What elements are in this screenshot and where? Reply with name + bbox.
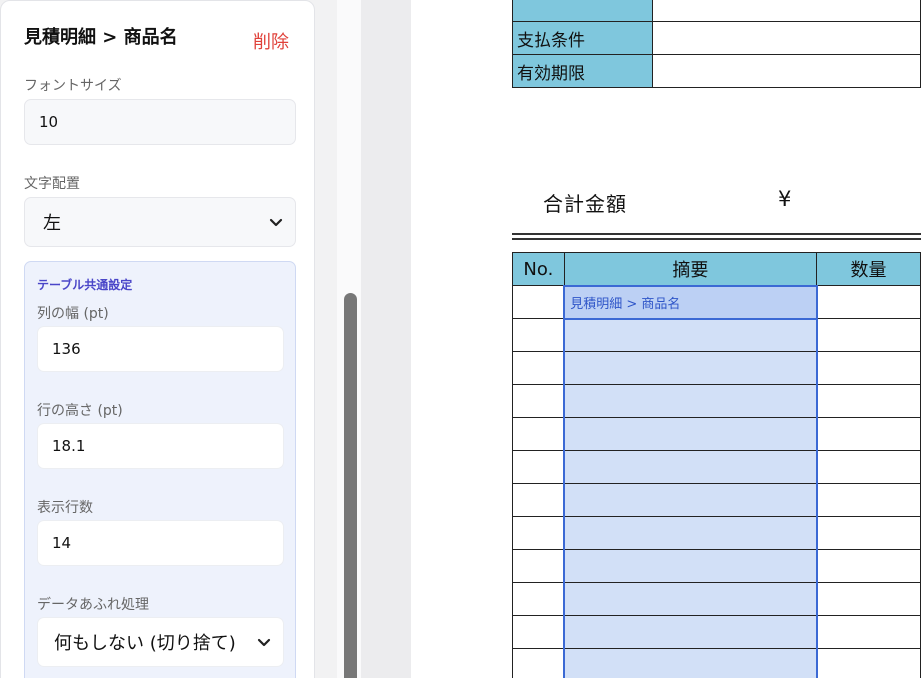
- cell-no[interactable]: [512, 318, 565, 352]
- field-cell[interactable]: [563, 648, 818, 678]
- row-count-label: 表示行数: [37, 500, 93, 516]
- row-height-label: 行の高さ (pt): [37, 403, 123, 419]
- info-row: 有効期限: [512, 54, 921, 88]
- field-cell[interactable]: [563, 450, 818, 484]
- cell-quantity[interactable]: [816, 450, 921, 484]
- canvas-margin: [361, 0, 411, 678]
- info-label[interactable]: [512, 0, 653, 22]
- info-label[interactable]: 支払条件: [512, 21, 653, 55]
- overflow-value: 何もしない (切り捨て): [54, 633, 236, 654]
- table-settings-group: テーブル共通設定 列の幅 (pt) 136 行の高さ (pt) 18.1 表示行…: [24, 261, 296, 678]
- total-amount-label[interactable]: 合計金額: [543, 188, 627, 217]
- cell-quantity[interactable]: [816, 417, 921, 451]
- divider: [512, 233, 921, 235]
- currency-symbol[interactable]: ¥: [778, 187, 791, 211]
- cell-quantity[interactable]: [816, 483, 921, 517]
- column-header-quantity[interactable]: 数量: [816, 252, 921, 286]
- table-row: [512, 516, 921, 550]
- table-row: [512, 549, 921, 583]
- field-cell[interactable]: [563, 483, 818, 517]
- field-cell[interactable]: [563, 516, 818, 550]
- font-size-label: フォントサイズ: [24, 78, 122, 94]
- table-row: [512, 351, 921, 385]
- cell-no[interactable]: [512, 582, 565, 616]
- cell-quantity[interactable]: [816, 615, 921, 649]
- cell-quantity[interactable]: [816, 351, 921, 385]
- info-row: [512, 0, 921, 22]
- field-cell[interactable]: [563, 318, 818, 352]
- info-row: 支払条件: [512, 21, 921, 55]
- cell-no[interactable]: [512, 615, 565, 649]
- table-row: [512, 582, 921, 616]
- column-header-description[interactable]: 摘要: [563, 252, 818, 286]
- delete-button[interactable]: 削除: [253, 28, 289, 54]
- overflow-label: データあふれ処理: [37, 597, 149, 613]
- table-header-row: No. 摘要 数量: [512, 252, 921, 286]
- cell-quantity[interactable]: [816, 516, 921, 550]
- items-table: No. 摘要 数量 見積明細 > 商品名: [512, 252, 921, 678]
- column-header-no[interactable]: No.: [512, 252, 565, 286]
- text-align-label: 文字配置: [24, 176, 80, 192]
- overflow-select[interactable]: 何もしない (切り捨て): [37, 617, 284, 667]
- table-row: [512, 615, 921, 649]
- font-size-input[interactable]: 10: [24, 99, 296, 145]
- chevron-down-icon: [257, 638, 271, 647]
- field-cell[interactable]: [563, 549, 818, 583]
- cell-no[interactable]: [512, 450, 565, 484]
- table-row: [512, 648, 921, 678]
- row-height-input[interactable]: 18.1: [37, 423, 284, 469]
- cell-no[interactable]: [512, 351, 565, 385]
- cell-quantity[interactable]: [816, 549, 921, 583]
- cell-quantity[interactable]: [816, 318, 921, 352]
- field-cell[interactable]: [563, 417, 818, 451]
- info-value[interactable]: [651, 54, 921, 88]
- cell-quantity[interactable]: [816, 582, 921, 616]
- cell-no[interactable]: [512, 549, 565, 583]
- cell-no[interactable]: [512, 516, 565, 550]
- cell-no[interactable]: [512, 417, 565, 451]
- cell-quantity[interactable]: [816, 384, 921, 418]
- cell-no[interactable]: [512, 285, 565, 319]
- cell-no[interactable]: [512, 483, 565, 517]
- table-row: [512, 483, 921, 517]
- text-align-value: 左: [43, 213, 61, 234]
- table-row: 見積明細 > 商品名: [512, 284, 921, 320]
- info-value[interactable]: [651, 0, 921, 22]
- table-row: [512, 384, 921, 418]
- column-width-label: 列の幅 (pt): [37, 306, 109, 322]
- selected-field-cell[interactable]: 見積明細 > 商品名: [563, 284, 818, 320]
- info-value[interactable]: [651, 21, 921, 55]
- properties-panel: 見積明細 > 商品名 削除 フォントサイズ 10 文字配置 左 テーブル共通設定…: [0, 0, 315, 678]
- table-row: [512, 450, 921, 484]
- panel-title: 見積明細 > 商品名: [24, 27, 178, 48]
- table-row: [512, 318, 921, 352]
- field-cell[interactable]: [563, 582, 818, 616]
- chevron-down-icon: [269, 218, 283, 227]
- field-cell[interactable]: [563, 351, 818, 385]
- table-settings-title: テーブル共通設定: [37, 278, 133, 292]
- cell-no[interactable]: [512, 648, 565, 678]
- column-width-input[interactable]: 136: [37, 326, 284, 372]
- scrollbar-thumb[interactable]: [344, 293, 357, 678]
- field-cell[interactable]: [563, 615, 818, 649]
- info-label[interactable]: 有効期限: [512, 54, 653, 88]
- text-align-select[interactable]: 左: [24, 197, 296, 247]
- info-table: 支払条件 有効期限: [512, 0, 921, 88]
- cell-no[interactable]: [512, 384, 565, 418]
- row-count-input[interactable]: 14: [37, 520, 284, 566]
- table-row: [512, 417, 921, 451]
- document-page: 支払条件 有効期限 合計金額 ¥ No. 摘要 数量 見積明細 > 商品名: [411, 0, 921, 678]
- cell-quantity[interactable]: [816, 648, 921, 678]
- divider: [512, 238, 921, 240]
- cell-quantity[interactable]: [816, 285, 921, 319]
- field-cell[interactable]: [563, 384, 818, 418]
